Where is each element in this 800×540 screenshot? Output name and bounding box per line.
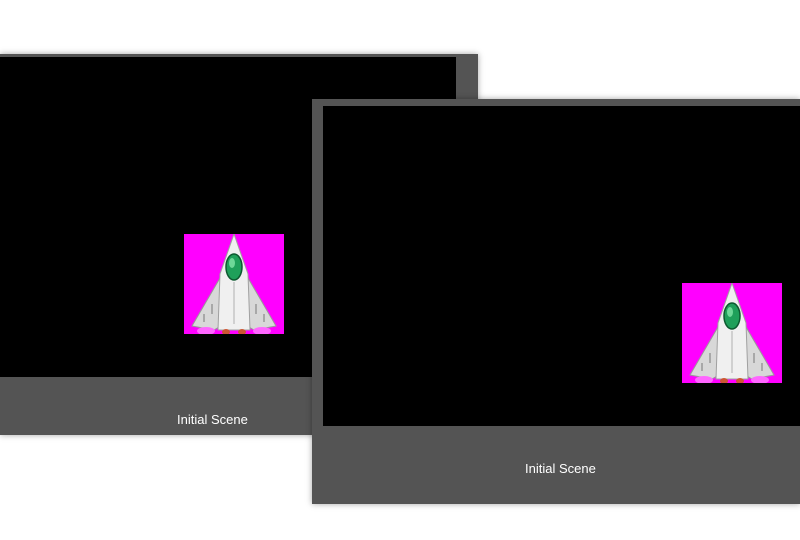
game-viewport[interactable] [323,106,800,426]
scene-caption: Initial Scene [525,461,596,476]
scene-caption: Initial Scene [177,412,248,427]
spaceship-sprite [184,234,284,334]
spaceship-sprite [682,283,782,383]
spaceship-icon [184,234,284,334]
spaceship-icon [682,283,782,383]
game-window-front[interactable]: Initial Scene [312,99,800,504]
